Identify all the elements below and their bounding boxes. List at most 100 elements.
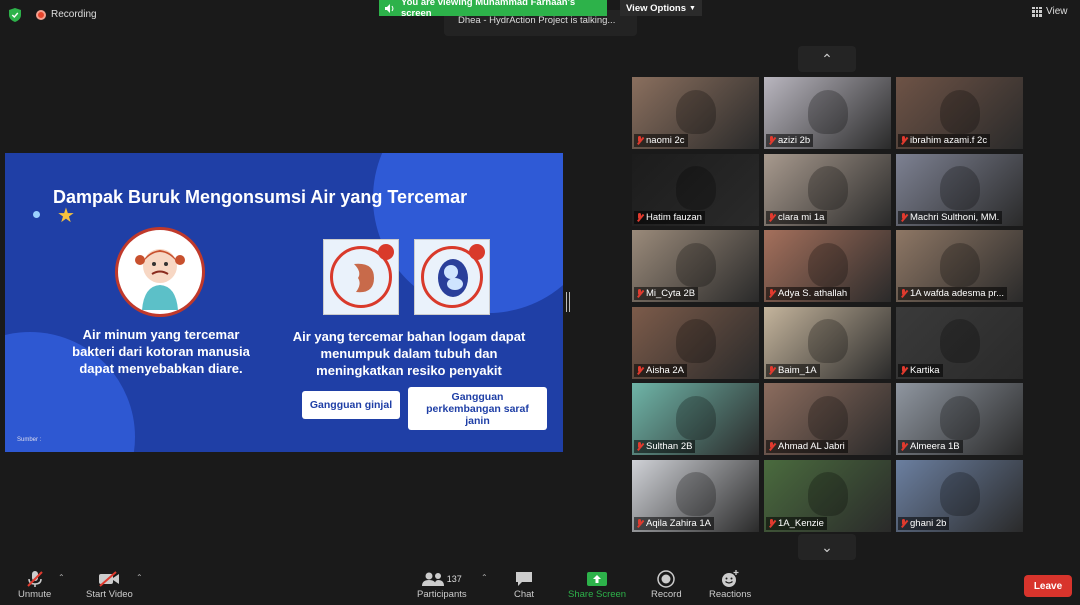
slide-title: Dampak Buruk Mengonsumsi Air yang Tercem… — [53, 187, 468, 207]
participant-tile[interactable]: naomi 2c — [632, 77, 759, 149]
participant-name-label: Aqila Zahira 1A — [634, 516, 714, 530]
participant-name-label: 1A wafda adesma pr... — [898, 287, 1008, 300]
mic-muted-icon — [26, 571, 43, 587]
mic-muted-icon — [900, 289, 907, 298]
mic-muted-icon — [636, 289, 643, 298]
recording-indicator[interactable]: Recording — [36, 9, 97, 20]
meeting-toolbar: Unmute ⌃ Start Video ⌃ 137 Participants … — [0, 565, 1080, 605]
chevron-down-icon: ⌄ — [821, 538, 833, 555]
participants-label: Participants — [417, 589, 467, 600]
participant-video — [676, 395, 717, 440]
participants-button[interactable]: 137 Participants — [417, 569, 467, 600]
viewing-banner: You are viewing Muhammad Farhaan's scree… — [379, 0, 607, 19]
participant-video — [940, 319, 981, 364]
participant-name: Almeera 1B — [910, 441, 960, 452]
reactions-label: Reactions — [709, 589, 752, 600]
slide-dot — [33, 211, 40, 218]
participant-name: Hatim fauzan — [646, 211, 702, 223]
participant-video — [940, 395, 981, 440]
chat-icon — [516, 572, 533, 586]
participant-name: clara mi 1a — [778, 211, 825, 223]
participant-tile[interactable]: Kartika — [896, 306, 1023, 379]
fetal-nerve-disorder-label: Gangguan perkembangan saraf janin — [408, 387, 547, 430]
participant-tile[interactable]: Ahmad AL Jabri — [764, 383, 891, 455]
gallery-up-button[interactable]: ⌃ — [798, 46, 856, 72]
mic-muted-icon — [636, 442, 643, 451]
participant-tile[interactable]: Machri Sulthoni, MM. — [896, 153, 1023, 226]
share-screen-label: Share Screen — [568, 589, 627, 600]
participant-tile[interactable]: ghani 2b — [896, 459, 1023, 532]
video-options-caret[interactable]: ⌃ — [136, 573, 143, 582]
participant-name: 1A wafda adesma pr... — [910, 288, 1005, 299]
participant-name: ghani 2b — [910, 517, 947, 529]
participant-name-label: ibrahim azami.f 2c — [898, 134, 991, 147]
participant-video — [676, 166, 717, 211]
participant-name-label: Ahmad AL Jabri — [766, 440, 848, 453]
mic-muted-icon — [768, 365, 775, 375]
slide-source: Sumber : — [17, 437, 42, 443]
participant-name-label: Aisha 2A — [634, 363, 688, 377]
participants-options-caret[interactable]: ⌃ — [481, 573, 488, 582]
participant-tile[interactable]: ibrahim azami.f 2c — [896, 77, 1023, 149]
participant-tile[interactable]: 1A wafda adesma pr... — [896, 230, 1023, 302]
mic-muted-icon — [636, 518, 643, 528]
view-button[interactable]: View — [1032, 6, 1068, 17]
participant-tile[interactable]: Baim_1A — [764, 306, 891, 379]
unmute-button[interactable]: Unmute — [18, 569, 51, 600]
mic-muted-icon — [636, 136, 643, 145]
split-resize-handle[interactable] — [566, 292, 570, 312]
mic-muted-icon — [636, 212, 643, 222]
record-dot-icon — [36, 9, 46, 20]
participant-video — [808, 242, 849, 287]
participant-tile[interactable]: Sulthan 2B — [632, 383, 759, 455]
participant-name-label: Machri Sulthoni, MM. — [898, 210, 1003, 224]
mic-muted-icon — [768, 518, 775, 528]
share-screen-button[interactable]: Share Screen — [568, 569, 626, 600]
participant-tile[interactable]: Aqila Zahira 1A — [632, 459, 759, 532]
participant-name: azizi 2b — [778, 135, 811, 146]
recording-label: Recording — [51, 9, 97, 20]
mic-muted-icon — [900, 365, 907, 375]
start-video-label: Start Video — [86, 589, 133, 600]
start-video-button[interactable]: Start Video — [86, 569, 133, 600]
shield-icon[interactable] — [9, 8, 21, 22]
audio-options-caret[interactable]: ⌃ — [58, 573, 65, 582]
participant-video — [808, 89, 849, 134]
mic-muted-icon — [768, 289, 775, 298]
participant-video — [808, 472, 849, 517]
mic-muted-icon — [900, 212, 907, 222]
caption-right: Air yang tercemar bahan logam dapat menu… — [292, 329, 526, 378]
participant-name-label: Hatim fauzan — [634, 210, 705, 224]
record-icon — [657, 570, 676, 588]
participant-name: 1A_Kenzie — [778, 517, 824, 529]
unmute-label: Unmute — [18, 589, 52, 600]
participant-tile[interactable]: Mi_Cyta 2B — [632, 230, 759, 302]
participant-name: Ahmad AL Jabri — [778, 441, 845, 452]
participant-name: Kartika — [910, 364, 940, 376]
participant-name: Adya S. athallah — [778, 288, 848, 299]
participant-tile[interactable]: clara mi 1a — [764, 153, 891, 226]
participant-tile[interactable]: Adya S. athallah — [764, 230, 891, 302]
view-options-label: View Options — [626, 2, 687, 14]
leave-button[interactable]: Leave — [1024, 575, 1072, 597]
share-screen-icon — [587, 572, 608, 586]
mic-muted-icon — [636, 365, 643, 375]
participant-tile[interactable]: Almeera 1B — [896, 383, 1023, 455]
view-options-button[interactable]: View Options ▼ — [620, 0, 702, 16]
participant-name-label: naomi 2c — [634, 134, 688, 147]
participant-video — [808, 166, 849, 211]
participant-tile[interactable]: 1A_Kenzie — [764, 459, 891, 532]
mic-muted-icon — [900, 442, 907, 451]
mic-muted-icon — [900, 518, 907, 528]
chat-button[interactable]: Chat — [514, 569, 534, 600]
gallery-down-button[interactable]: ⌄ — [798, 534, 856, 560]
participant-tile[interactable]: azizi 2b — [764, 77, 891, 149]
participant-tile[interactable]: Hatim fauzan — [632, 153, 759, 226]
participant-tile[interactable]: Aisha 2A — [632, 306, 759, 379]
mic-muted-icon — [768, 442, 775, 451]
reactions-button[interactable]: Reactions — [709, 569, 751, 600]
record-button[interactable]: Record — [651, 569, 682, 600]
participant-video — [676, 319, 717, 364]
speaker-icon — [385, 3, 394, 13]
participant-name: Machri Sulthoni, MM. — [910, 211, 1000, 223]
